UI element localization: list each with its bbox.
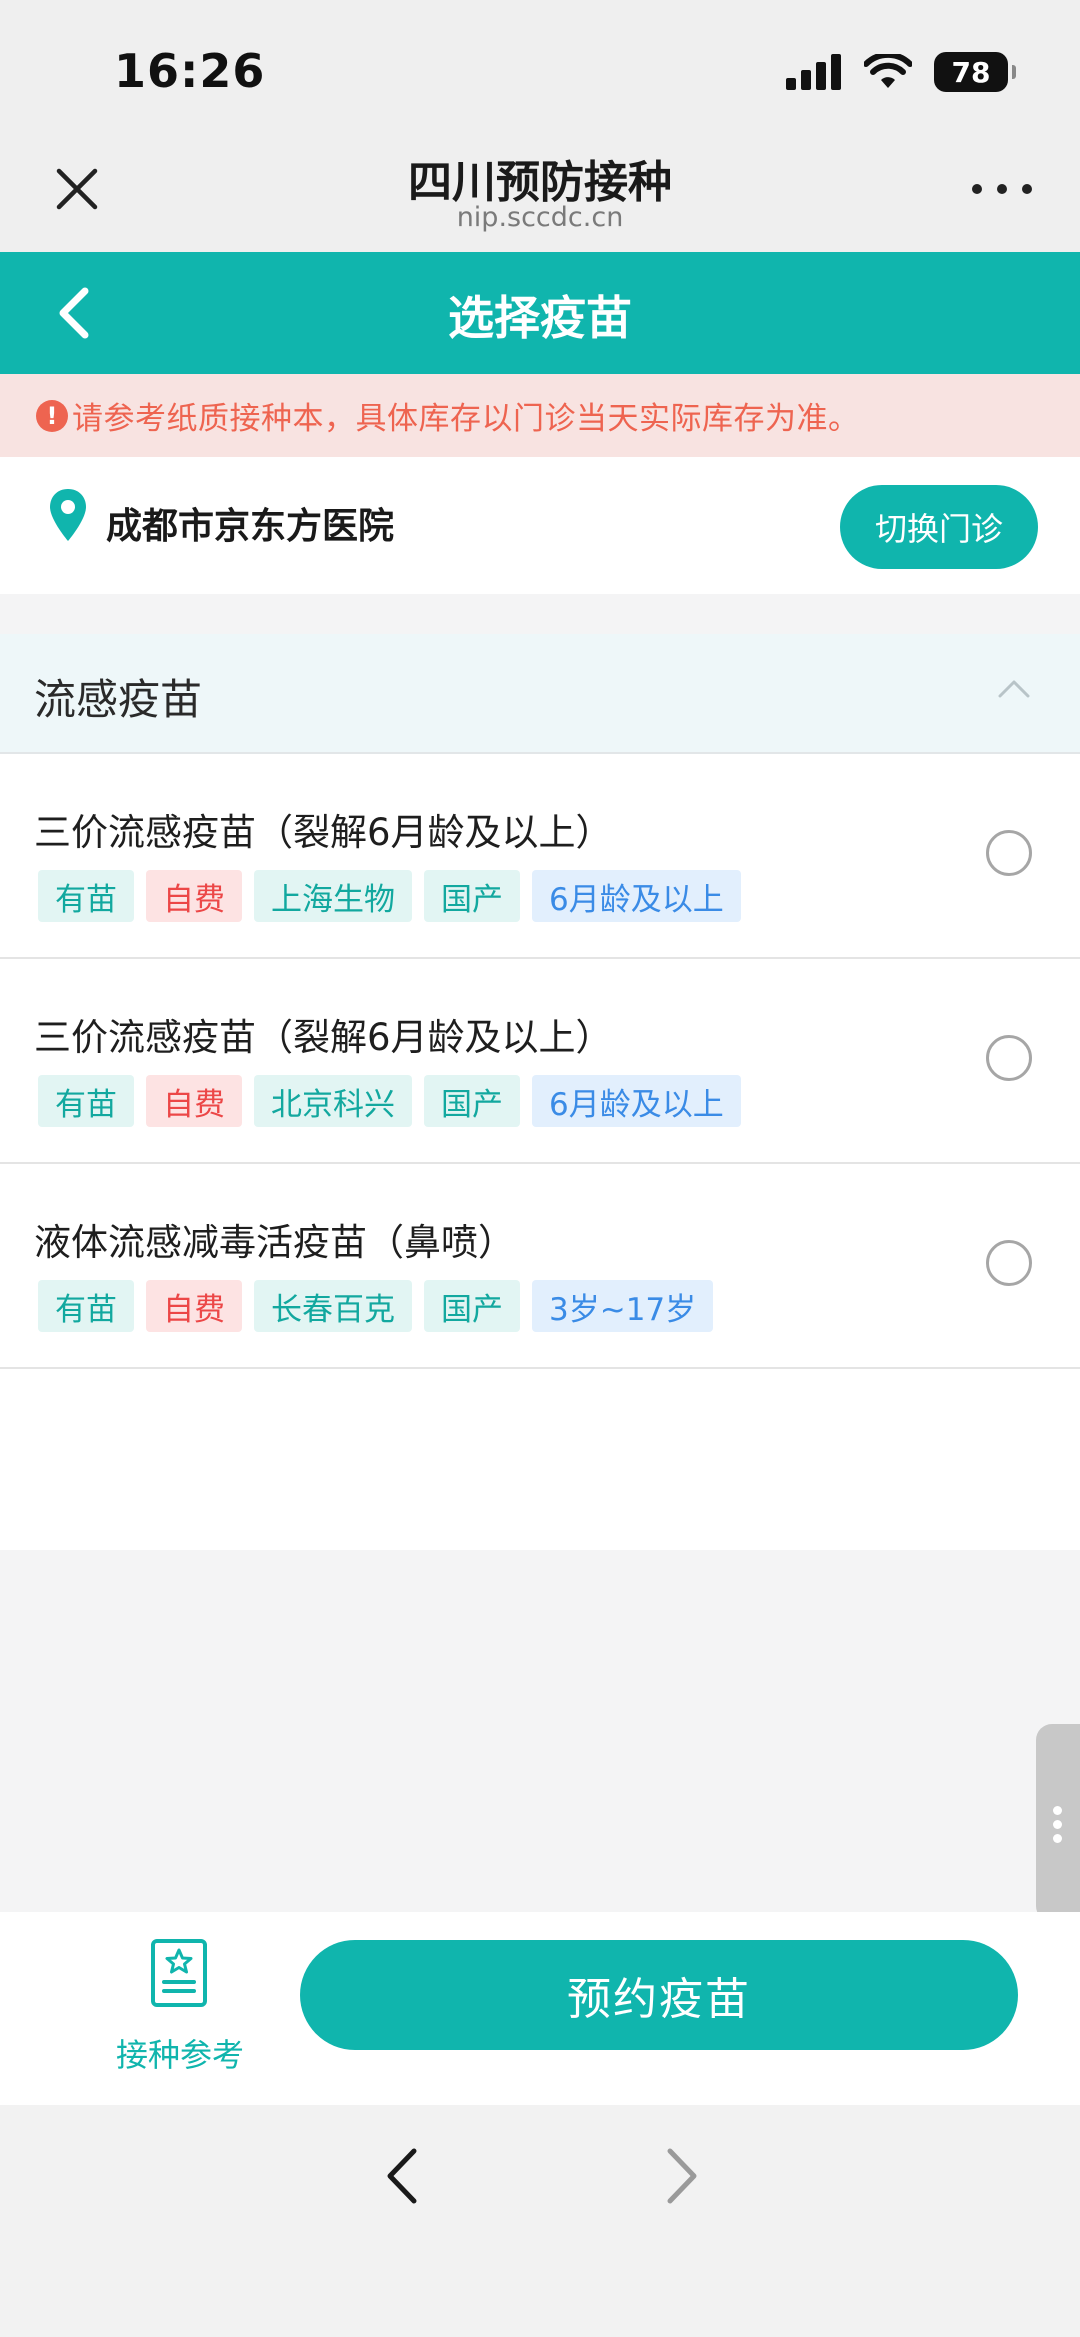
vaccine-tags: 有苗 自费 北京科兴 国产 6月龄及以上 [38,1075,741,1127]
vaccine-item[interactable]: 三价流感疫苗（裂解6月龄及以上） 有苗 自费 上海生物 国产 6月龄及以上 [0,754,1080,959]
vaccine-category-header[interactable]: 流感疫苗 [0,634,1080,754]
payment-tag: 自费 [146,1280,242,1332]
nav-forward-icon[interactable] [656,2141,706,2211]
reference-label[interactable]: 接种参考 [110,2030,250,2076]
stock-tag: 有苗 [38,1075,134,1127]
stock-tag: 有苗 [38,1280,134,1332]
payment-tag: 自费 [146,870,242,922]
more-button[interactable] [972,174,1032,204]
nav-back-icon[interactable] [378,2141,428,2211]
signal-icon [786,54,841,90]
manufacturer-tag: 北京科兴 [254,1075,412,1127]
status-icons: 78 [786,50,1016,94]
age-tag: 6月龄及以上 [532,1075,741,1127]
radio-unchecked-icon[interactable] [986,1035,1032,1081]
manufacturer-tag: 长春百克 [254,1280,412,1332]
vaccine-name: 三价流感疫苗（裂解6月龄及以上） [34,811,613,854]
origin-tag: 国产 [424,1075,520,1127]
vaccine-list: 三价流感疫苗（裂解6月龄及以上） 有苗 自费 上海生物 国产 6月龄及以上 三价… [0,754,1080,1550]
status-bar: 16:26 78 [0,0,1080,130]
chevron-up-icon[interactable] [994,674,1034,704]
browser-url: nip.sccdc.cn [456,202,624,233]
origin-tag: 国产 [424,870,520,922]
status-time: 16:26 [114,44,266,98]
origin-tag: 国产 [424,1280,520,1332]
clinic-row: 成都市京东方医院 切换门诊 [0,457,1080,594]
page-header: 选择疫苗 [0,252,1080,374]
page-title: 选择疫苗 [448,291,632,345]
warning-icon: ! [36,399,68,432]
radio-unchecked-icon[interactable] [986,830,1032,876]
payment-tag: 自费 [146,1075,242,1127]
radio-unchecked-icon[interactable] [986,1240,1032,1286]
more-icon [972,184,982,194]
battery-indicator: 78 [934,52,1016,92]
vaccine-tags: 有苗 自费 上海生物 国产 6月龄及以上 [38,870,741,922]
notice-text: 请参考纸质接种本，具体库存以门诊当天实际库存为准。 [72,401,860,437]
bottom-action-bar: 接种参考 预约疫苗 [0,1912,1080,2105]
battery-level: 78 [951,55,991,89]
browser-nav-bar [0,2105,1080,2337]
age-tag: 3岁~17岁 [532,1280,714,1332]
reference-book-icon[interactable] [150,1938,208,2008]
category-title: 流感疫苗 [34,675,203,724]
switch-clinic-button[interactable]: 切换门诊 [840,485,1038,569]
vaccine-name: 三价流感疫苗（裂解6月龄及以上） [34,1016,613,1059]
vaccine-item[interactable]: 三价流感疫苗（裂解6月龄及以上） 有苗 自费 北京科兴 国产 6月龄及以上 [0,959,1080,1164]
stock-tag: 有苗 [38,870,134,922]
manufacturer-tag: 上海生物 [254,870,412,922]
clinic-name: 成都市京东方医院 [106,506,395,547]
book-vaccine-button[interactable]: 预约疫苗 [300,1940,1018,2050]
location-pin-icon [50,489,86,541]
floating-side-handle[interactable] [1036,1724,1080,1922]
wifi-icon [864,54,912,88]
browser-bar: 四川预防接种 nip.sccdc.cn [0,130,1080,252]
vaccine-tags: 有苗 自费 长春百克 国产 3岁~17岁 [38,1280,714,1332]
vaccine-item[interactable]: 液体流感减毒活疫苗（鼻喷） 有苗 自费 长春百克 国产 3岁~17岁 [0,1164,1080,1369]
age-tag: 6月龄及以上 [532,870,741,922]
stock-notice: ! 请参考纸质接种本，具体库存以门诊当天实际库存为准。 [0,374,1080,457]
browser-title: 四川预防接种 [408,157,672,208]
vaccine-name: 液体流感减毒活疫苗（鼻喷） [34,1221,515,1264]
